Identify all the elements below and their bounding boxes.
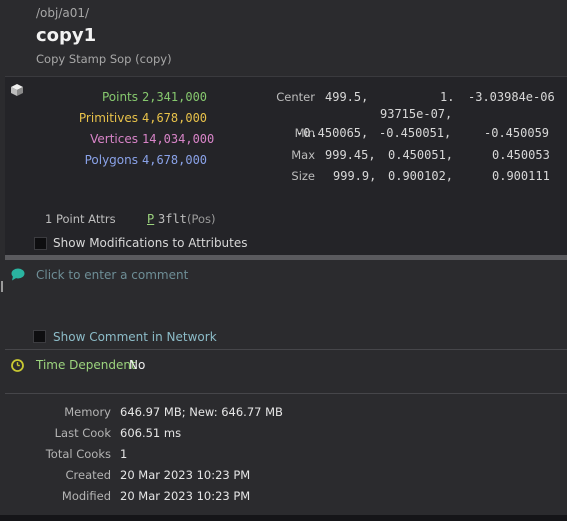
min-y: -0.450051, [379,126,452,140]
total-cooks-label: Total Cooks [45,447,111,461]
last-cook-label: Last Cook [54,426,111,440]
time-dependent-value: No [129,358,146,372]
clock-icon [11,359,24,372]
node-header: /obj/a01/ copy1 Copy Stamp Sop (copy) [0,0,567,76]
memory-label: Memory [64,405,111,419]
show-modifications-label[interactable]: Show Modifications to Attributes [53,236,248,250]
created-value: 20 Mar 2023 10:23 PM [120,468,251,482]
splitter-handle[interactable] [1,281,3,292]
comment-bubble-icon [11,268,25,281]
max-y: 0.450051, [388,148,454,162]
geometry-icon [11,84,23,96]
comment-section: Click to enter a comment Show Comment in… [0,260,567,348]
memory-value: 646.97 MB; New: 646.77 MB [120,405,283,419]
polygons-label: Polygons [84,153,138,167]
points-label: Points [101,90,138,104]
node-info-panel: /obj/a01/ copy1 Copy Stamp Sop (copy) Po… [0,0,567,521]
polygons-value: 4,678,000 [142,153,208,167]
size-y: 0.900102, [388,169,454,183]
show-comment-in-network-label[interactable]: Show Comment in Network [53,330,217,344]
geometry-summary: Points 2,341,000 Primitives 4,678,000 Ve… [5,76,567,257]
point-attrs-label: 1 Point Attrs [45,212,116,226]
time-dependent-label: Time Dependent [36,358,136,372]
created-label: Created [65,468,111,482]
modified-value: 20 Mar 2023 10:23 PM [120,489,251,503]
vertices-label: Vertices [90,132,138,146]
max-x: 999.45, [325,148,376,162]
vertices-value: 14,034,000 [142,132,215,146]
node-type: Copy Stamp Sop (copy) [36,52,172,66]
show-modifications-checkbox[interactable] [34,237,47,250]
size-label: Size [291,169,315,183]
center-label: Center [276,90,315,104]
divider [5,349,567,350]
min-z: -0.450059 [484,126,550,140]
attr-name: (Pos) [187,212,216,226]
center-y: 1. [440,90,455,104]
primitives-label: Primitives [78,111,138,125]
comment-input[interactable]: Click to enter a comment [36,268,188,282]
node-name: copy1 [36,25,97,46]
attr-type: 3flt [158,212,187,226]
center-z: -3.03984e-06 [468,90,555,104]
max-label: Max [291,148,315,162]
divider [5,393,567,394]
points-value: 2,341,000 [142,90,208,104]
last-cook-value: 606.51 ms [120,426,182,440]
panel-bottom-border [0,515,567,521]
center-x: 499.5, [325,90,369,104]
node-path: /obj/a01/ [36,6,90,20]
size-z: 0.900111 [492,169,550,183]
min-x: -0.450065, [296,126,369,140]
modified-label: Modified [61,489,111,503]
total-cooks-value: 1 [120,447,128,461]
center-continuation: 93715e-07, [380,107,453,121]
primitives-value: 4,678,000 [142,111,208,125]
show-comment-in-network-checkbox[interactable] [33,330,46,343]
size-x: 999.9, [333,169,377,183]
max-z: 0.450053 [492,148,550,162]
attr-class-p[interactable]: P [147,212,154,226]
